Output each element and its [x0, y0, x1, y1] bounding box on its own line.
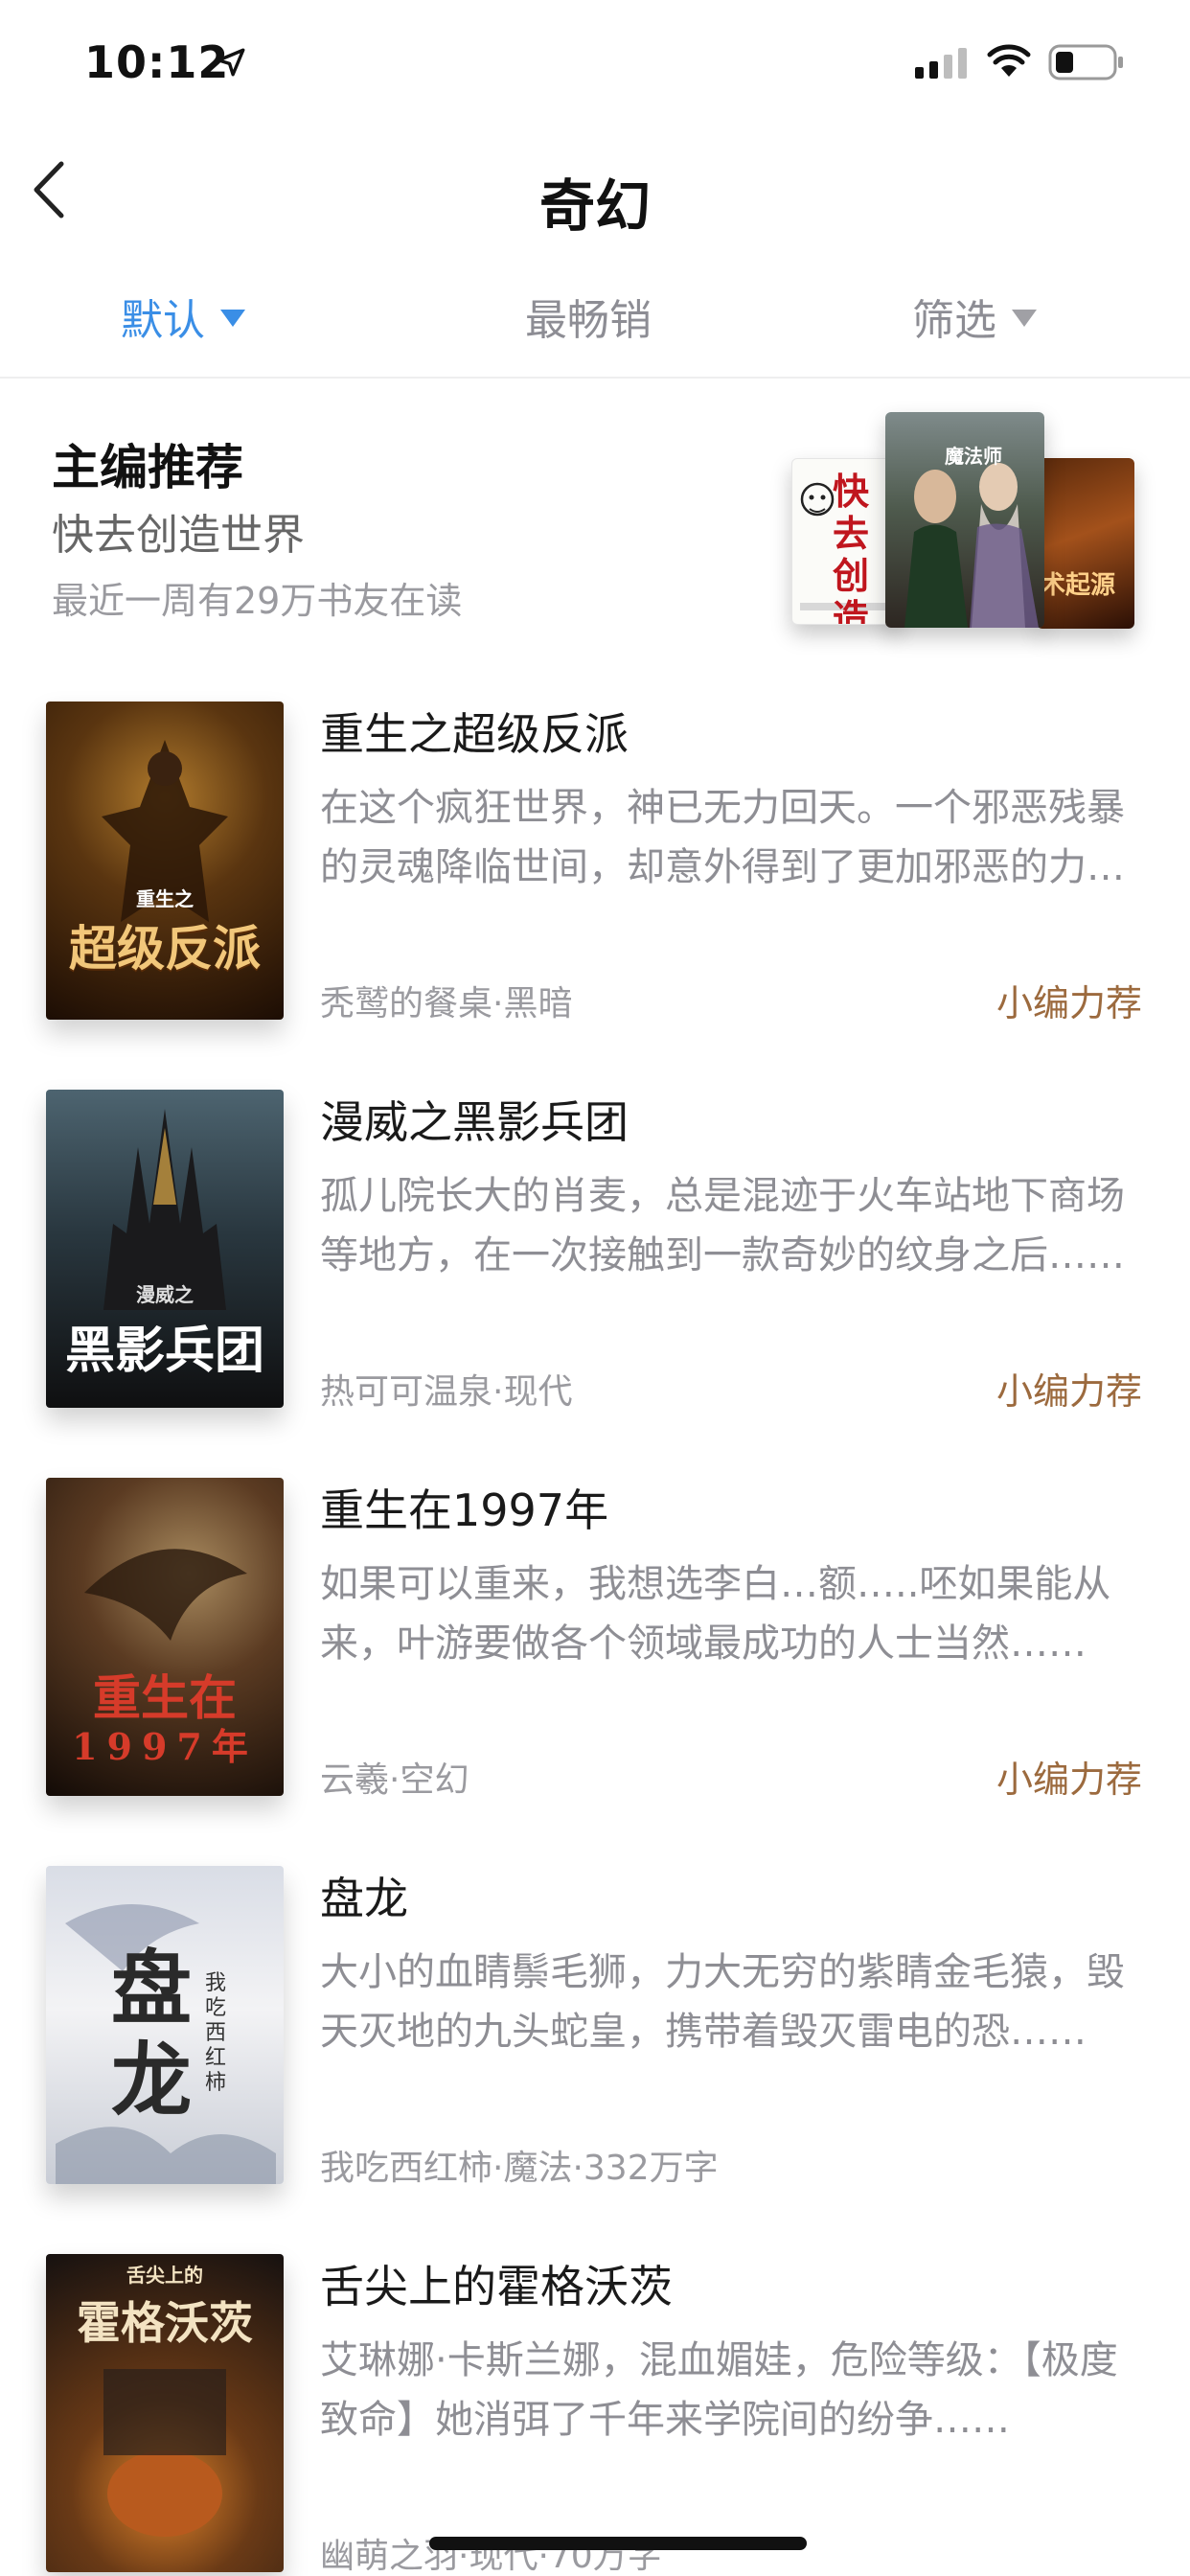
- cover-subtitle: 舌尖上的: [126, 2264, 203, 2287]
- stack-cover-left: 快去创造世界: [791, 458, 901, 625]
- recommend-tag: 小编力荐: [995, 982, 1142, 1024]
- screen: 10:12 奇幻 默认 最畅销 筛选 主编推荐 快去创造世界 最近一周有29万书…: [0, 0, 1190, 2576]
- book-item[interactable]: 重生在 1997年 重生在1997年 如果可以重来，我想选李白…额…..呸如果能…: [0, 1466, 1190, 1830]
- caret-down-icon: [220, 310, 245, 327]
- tab-default[interactable]: 默认: [121, 278, 245, 355]
- home-indicator[interactable]: [429, 2537, 807, 2550]
- wifi-icon: [987, 44, 1031, 77]
- stack-cover-right-title: 术起源: [1041, 571, 1116, 600]
- recommend-tag: 小编力荐: [995, 1759, 1142, 1801]
- book-cover: 黑影兵团 漫威之: [46, 1090, 284, 1408]
- tab-filter[interactable]: 筛选: [912, 278, 1037, 355]
- editor-pick-heading: 主编推荐: [52, 440, 243, 495]
- book-item[interactable]: 超级反派 重生之 重生之超级反派 在这个疯狂世界，神已无力回天。一个邪恶残暴的灵…: [0, 690, 1190, 1054]
- book-meta: 幽萌之羽·现代·70万字: [320, 2537, 662, 2576]
- book-cover: 盘龙 我吃西红柿: [46, 1866, 284, 2184]
- caret-down-icon: [1012, 310, 1037, 327]
- book-item[interactable]: 霍格沃茨 舌尖上的 舌尖上的霍格沃茨 艾琳娜·卡斯兰娜，混血媚娃，危险等级：【极…: [0, 2242, 1190, 2576]
- book-title: 重生在1997年: [320, 1484, 609, 1536]
- stack-cover-right: 术起源: [1037, 458, 1134, 629]
- book-description: 大小的血睛鬃毛狮，力大无穷的紫睛金毛猿，毁天灭地的九头蛇皇，携带着毁灭雷电的恐……: [320, 1950, 1125, 2054]
- book-description: 孤儿院长大的肖麦，总是混迹于火车站地下商场等地方，在一次接触到一款奇妙的纹身之后…: [320, 1174, 1125, 1277]
- status-time: 10:12: [84, 36, 230, 88]
- cover-subtitle: 我吃西红柿: [205, 1971, 227, 2095]
- page-title: 奇幻: [538, 173, 651, 239]
- book-meta: 热可可温泉·现代: [320, 1372, 573, 1412]
- book-cover: 重生在 1997年: [46, 1478, 284, 1796]
- cellular-signal-icon: [915, 48, 967, 79]
- location-arrow-icon: [217, 48, 245, 77]
- stack-cover-center-title: 魔法师: [945, 445, 1002, 468]
- cover-title: 盘龙: [110, 1941, 192, 2128]
- cover-subtitle: 1997年: [72, 1725, 258, 1768]
- editor-pick-book-title: 快去创造世界: [52, 511, 305, 560]
- cover-title: 黑影兵团: [64, 1322, 264, 1380]
- book-cover: 霍格沃茨 舌尖上的: [46, 2254, 284, 2572]
- cover-title: 霍格沃茨: [77, 2297, 253, 2349]
- cover-subtitle: 重生之: [136, 887, 194, 910]
- tab-filter-label: 筛选: [912, 296, 996, 345]
- cover-title: 超级反派: [69, 920, 261, 977]
- tab-default-label: 默认: [121, 296, 205, 345]
- book-title: 舌尖上的霍格沃茨: [320, 2261, 673, 2312]
- book-title: 盘龙: [320, 1873, 408, 1924]
- book-description: 在这个疯狂世界，神已无力回天。一个邪恶残暴的灵魂降临世间，却意外得到了更加邪恶的…: [320, 786, 1125, 889]
- book-item[interactable]: 盘龙 我吃西红柿 盘龙 大小的血睛鬃毛狮，力大无穷的紫睛金毛猿，毁天灭地的九头蛇…: [0, 1854, 1190, 2219]
- tab-bestseller-label: 最畅销: [525, 296, 652, 345]
- recommend-tag: 小编力荐: [995, 1370, 1142, 1413]
- cover-subtitle: 漫威之: [136, 1283, 194, 1306]
- tab-bestseller[interactable]: 最畅销: [525, 278, 652, 355]
- book-cover: 超级反派 重生之: [46, 702, 284, 1020]
- sort-tabs: 默认 最畅销 筛选: [0, 278, 1190, 374]
- book-meta: 云羲·空幻: [320, 1760, 469, 1800]
- book-meta: 秃鹫的餐桌·黑暗: [320, 984, 573, 1024]
- stack-cover-center: 魔法师: [885, 412, 1044, 628]
- battery-icon: [1048, 44, 1123, 80]
- editor-pick-cover-stack[interactable]: 快去创造世界 术起源 魔法师: [786, 412, 1140, 647]
- book-description: 艾琳娜·卡斯兰娜，混血媚娃，危险等级：【极度致命】她消弭了千年来学院间的纷争……: [320, 2338, 1118, 2442]
- book-description: 如果可以重来，我想选李白…额…..呸如果能从来，叶游要做各个领域最成功的人士当然…: [320, 1562, 1111, 1666]
- divider: [0, 377, 1190, 379]
- book-title: 漫威之黑影兵团: [320, 1096, 629, 1148]
- book-title: 重生之超级反派: [320, 708, 629, 760]
- editor-pick-readers: 最近一周有29万书友在读: [52, 580, 463, 622]
- book-meta: 我吃西红柿·魔法·332万字: [320, 2149, 719, 2188]
- book-item[interactable]: 黑影兵团 漫威之 漫威之黑影兵团 孤儿院长大的肖麦，总是混迹于火车站地下商场等地…: [0, 1078, 1190, 1442]
